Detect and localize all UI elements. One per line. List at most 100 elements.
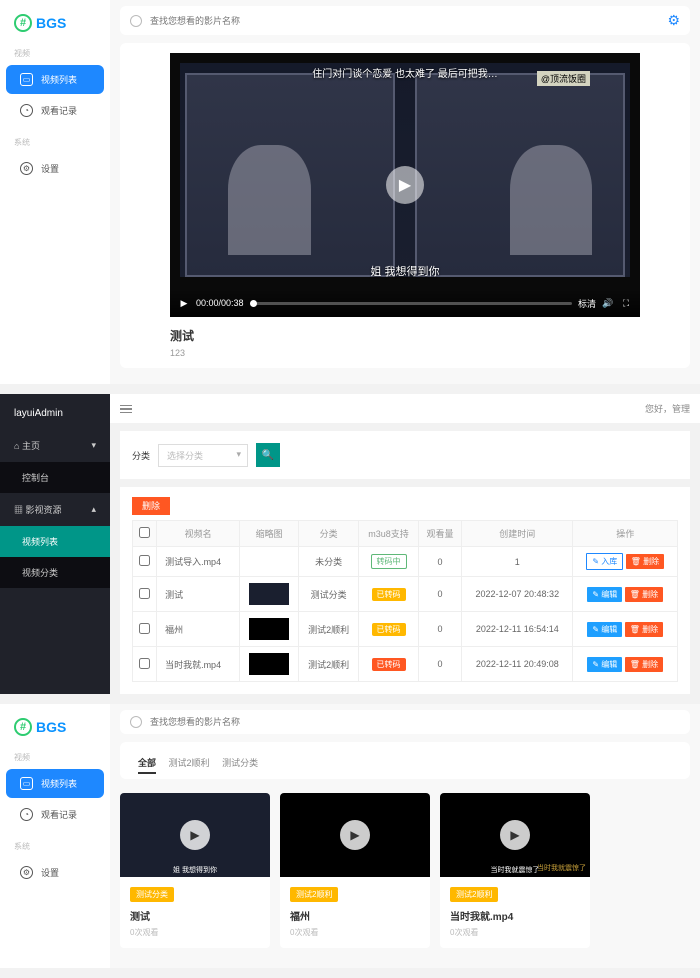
gear-icon: ⚙ <box>20 866 33 879</box>
player-controls: ▶ 00:00/00:38 标清 🔊 ⛶ <box>170 289 640 317</box>
video-title: 测试 <box>170 327 640 344</box>
fullscreen-icon[interactable]: ⛶ <box>620 298 632 309</box>
delete-button[interactable]: 🗑 删除 <box>625 657 663 672</box>
cell-cat: 测试分类 <box>299 577 359 612</box>
search-bar: ⚙ <box>120 6 690 35</box>
delete-button[interactable]: 🗑 删除 <box>625 622 663 637</box>
video-card[interactable]: ▶ 姐 我想得到你 测试分类 测试 0次观看 <box>120 793 270 948</box>
card-title: 测试 <box>130 908 260 923</box>
home-icon: ⌂ <box>14 441 22 451</box>
play-icon[interactable]: ▶ <box>178 298 190 309</box>
nav-category-system: 系统 <box>0 127 110 152</box>
card-thumbnail[interactable]: ▶ <box>280 793 430 877</box>
card-meta: 0次观看 <box>130 927 260 938</box>
chevron-up-icon: ▴ <box>91 504 96 515</box>
brand-logo[interactable]: # BGS <box>0 8 110 38</box>
edit-button[interactable]: ✎ 编辑 <box>587 622 622 637</box>
tv-icon: ▭ <box>20 777 33 790</box>
search-button[interactable]: 🔍 <box>256 443 280 467</box>
delete-button[interactable]: 🗑 删除 <box>626 554 664 569</box>
cell-ctime: 2022-12-07 20:48:32 <box>462 577 573 612</box>
nav-watch-history[interactable]: ◔ 观看记录 <box>6 800 104 829</box>
volume-icon[interactable]: 🔊 <box>602 298 614 309</box>
brand-text: BGS <box>36 719 66 735</box>
cell-cat: 测试2顺利 <box>299 612 359 647</box>
cell-m3u8: 已转码 <box>359 577 419 612</box>
video-card[interactable]: ▶ 当时我就震惊了 当时我就震惊了 测试2顺利 当时我就.mp4 0次观看 <box>440 793 590 948</box>
cell-name: 当时我就.mp4 <box>157 647 240 682</box>
nav-settings[interactable]: ⚙ 设置 <box>6 858 104 887</box>
tab-cat1[interactable]: 测试2顺利 <box>169 758 210 768</box>
video-card[interactable]: ▶ 测试2顺利 福州 0次观看 <box>280 793 430 948</box>
menu-dashboard[interactable]: 控制台 <box>0 462 110 493</box>
nav-video-list[interactable]: ▭ 视频列表 <box>6 769 104 798</box>
play-icon: ▶ <box>340 820 370 850</box>
brand-logo[interactable]: # BGS <box>0 712 110 742</box>
play-button-large[interactable]: ▶ <box>386 166 424 204</box>
tab-cat2[interactable]: 测试分类 <box>222 758 258 768</box>
row-checkbox[interactable] <box>139 658 150 669</box>
delete-button[interactable]: 🗑 删除 <box>625 587 663 602</box>
search-icon <box>130 716 142 728</box>
bulk-delete-button[interactable]: 删除 <box>132 497 170 515</box>
cell-ops: ✎ 编辑 🗑 删除 <box>573 647 678 682</box>
col-ops: 操作 <box>573 521 678 547</box>
table-row: 测试 测试分类 已转码 0 2022-12-07 20:48:32 ✎ 编辑 🗑… <box>133 577 678 612</box>
front-sidebar: # BGS 视频 ▭ 视频列表 ◔ 观看记录 系统 ⚙ 设置 <box>0 704 110 968</box>
card-thumbnail[interactable]: ▶ 当时我就震惊了 当时我就震惊了 <box>440 793 590 877</box>
cell-ctime: 2022-12-11 16:54:14 <box>462 612 573 647</box>
menu-video-list[interactable]: 视频列表 <box>0 526 110 557</box>
admin-topbar: 您好，管理 <box>110 394 700 423</box>
search-input[interactable] <box>150 16 659 26</box>
tab-all[interactable]: 全部 <box>138 758 156 774</box>
edit-button[interactable]: ✎ 编辑 <box>587 657 622 672</box>
col-name: 视频名 <box>157 521 240 547</box>
checkbox-all[interactable] <box>139 527 150 538</box>
card-thumbnail[interactable]: ▶ 姐 我想得到你 <box>120 793 270 877</box>
tv-icon: ▭ <box>20 73 33 86</box>
nav-video-list[interactable]: ▭ 视频列表 <box>6 65 104 94</box>
category-select[interactable]: 选择分类 <box>158 444 248 467</box>
settings-icon[interactable]: ⚙ <box>667 12 680 29</box>
edit-button[interactable]: ✎ 编辑 <box>587 587 622 602</box>
subtitle-bottom: 姐 我想得到你 <box>170 263 640 279</box>
clock-icon: ◔ <box>20 808 33 821</box>
table-row: 福州 测试2顺利 已转码 0 2022-12-11 16:54:14 ✎ 编辑 … <box>133 612 678 647</box>
menu-home[interactable]: ⌂ 主页 ▾ <box>0 429 110 462</box>
row-checkbox[interactable] <box>139 588 150 599</box>
play-icon: ▶ <box>180 820 210 850</box>
watermark: @顶流饭圈 <box>537 71 590 86</box>
cell-ops: ✎ 编辑 🗑 删除 <box>573 577 678 612</box>
hamburger-icon[interactable] <box>120 405 132 414</box>
nav-watch-history[interactable]: ◔ 观看记录 <box>6 96 104 125</box>
row-checkbox[interactable] <box>139 623 150 634</box>
watermark-icon: 当时我就震惊了 <box>537 863 586 873</box>
row-checkbox[interactable] <box>139 555 150 566</box>
quality-label[interactable]: 标清 <box>578 297 596 310</box>
card-caption: 姐 我想得到你 <box>120 865 270 875</box>
progress-bar[interactable] <box>250 302 572 305</box>
card-tag: 测试分类 <box>130 887 174 902</box>
video-player[interactable]: 住门对门谈个恋爱 也太难了 最后可把我… @顶流饭圈 ▶ 姐 我想得到你 ▶ 0… <box>170 53 640 317</box>
import-button[interactable]: ✎ 入库 <box>586 553 623 570</box>
cell-thumb <box>240 577 299 612</box>
menu-video-cat[interactable]: 视频分类 <box>0 557 110 588</box>
gear-icon: ⚙ <box>20 162 33 175</box>
table-row: 当时我就.mp4 测试2顺利 已转码 0 2022-12-11 20:49:08… <box>133 647 678 682</box>
cell-name: 测试导入.mp4 <box>157 547 240 577</box>
cell-ops: ✎ 编辑 🗑 删除 <box>573 612 678 647</box>
search-icon <box>130 15 142 27</box>
menu-media[interactable]: ▦ 影视资源 ▴ <box>0 493 110 526</box>
cell-thumb <box>240 547 299 577</box>
cell-ctime: 2022-12-11 20:49:08 <box>462 647 573 682</box>
col-m3u8: m3u8支持 <box>359 521 419 547</box>
nav-category-video: 视频 <box>0 742 110 767</box>
card-meta: 0次观看 <box>450 927 580 938</box>
search-input[interactable] <box>150 717 680 727</box>
logo-icon: # <box>14 14 32 32</box>
cell-ctime: 1 <box>462 547 573 577</box>
nav-settings[interactable]: ⚙ 设置 <box>6 154 104 183</box>
time-display: 00:00/00:38 <box>196 298 244 308</box>
media-icon: ▦ <box>14 505 26 515</box>
cell-name: 测试 <box>157 577 240 612</box>
